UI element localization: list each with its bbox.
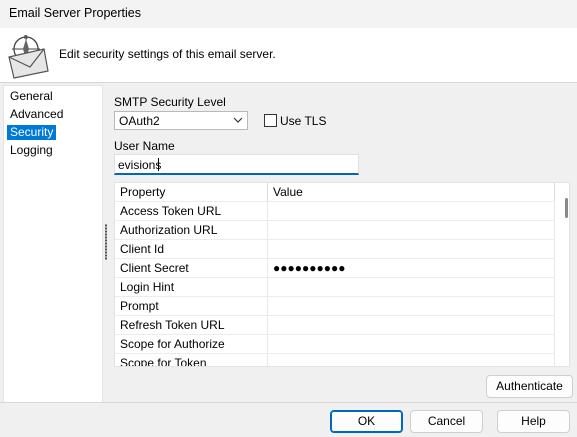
grid-header-row: Property Value [115, 183, 555, 202]
property-name: Scope for Token [115, 353, 268, 366]
help-button[interactable]: Help [497, 410, 570, 433]
svg-text:N: N [24, 35, 28, 41]
table-row[interactable]: Scope for Token [115, 353, 555, 366]
user-name-value: evisions [118, 158, 162, 172]
user-name-input[interactable]: evisions [114, 154, 359, 175]
property-name: Access Token URL [115, 201, 268, 221]
nav-item-general[interactable]: General [7, 89, 56, 104]
property-value[interactable]: ●●●●●●●●●● [267, 258, 555, 278]
property-value[interactable] [267, 353, 555, 366]
column-header-property[interactable]: Property [115, 183, 268, 202]
property-value[interactable] [267, 296, 555, 316]
table-row[interactable]: Refresh Token URL [115, 315, 555, 335]
window-title: Email Server Properties [9, 6, 141, 20]
table-row[interactable]: Client Id [115, 239, 555, 259]
property-name: Scope for Authorize [115, 334, 268, 354]
text-caret [158, 158, 159, 171]
authenticate-button[interactable]: Authenticate [486, 375, 573, 398]
column-header-value[interactable]: Value [267, 183, 555, 202]
nav-item-logging[interactable]: Logging [7, 143, 56, 158]
property-value[interactable] [267, 334, 555, 354]
property-value[interactable] [267, 315, 555, 335]
table-row[interactable]: Login Hint [115, 277, 555, 297]
table-row[interactable]: Client Secret ●●●●●●●●●● [115, 258, 555, 278]
use-tls-label[interactable]: Use TLS [280, 114, 326, 128]
property-name: Client Secret [115, 258, 268, 278]
property-name: Refresh Token URL [115, 315, 268, 335]
email-compass-icon: N [8, 35, 49, 79]
property-value[interactable] [267, 201, 555, 221]
title-bar: Email Server Properties [0, 0, 577, 28]
nav-item-security[interactable]: Security [7, 125, 57, 140]
smtp-security-level-label: SMTP Security Level [114, 95, 226, 109]
dialog-footer [0, 402, 577, 437]
property-name: Client Id [115, 239, 268, 259]
smtp-security-level-select[interactable]: OAuth2 [114, 111, 248, 130]
category-list: General Advanced Security Logging [3, 85, 103, 403]
splitter-handle[interactable] [105, 224, 107, 260]
property-name: Prompt [115, 296, 268, 316]
ok-button[interactable]: OK [330, 410, 403, 433]
property-name: Login Hint [115, 277, 268, 297]
header-banner: N Edit security settings of this email s… [0, 28, 577, 83]
grid-scrollbar-thumb[interactable] [565, 198, 568, 218]
header-description: Edit security settings of this email ser… [59, 47, 276, 61]
user-name-label: User Name [114, 139, 175, 153]
table-row[interactable]: Scope for Authorize [115, 334, 555, 354]
chevron-down-icon [233, 117, 243, 123]
smtp-security-level-value: OAuth2 [119, 114, 160, 128]
use-tls-checkbox[interactable] [264, 114, 277, 127]
table-row[interactable]: Authorization URL [115, 220, 555, 240]
property-value[interactable] [267, 277, 555, 297]
table-row[interactable]: Prompt [115, 296, 555, 316]
cancel-button[interactable]: Cancel [410, 410, 483, 433]
table-row[interactable]: Access Token URL [115, 201, 555, 221]
property-value[interactable] [267, 220, 555, 240]
nav-item-advanced[interactable]: Advanced [7, 107, 66, 122]
property-grid[interactable]: Property Value Access Token URL Authoriz… [114, 182, 570, 367]
property-value[interactable] [267, 239, 555, 259]
property-name: Authorization URL [115, 220, 268, 240]
